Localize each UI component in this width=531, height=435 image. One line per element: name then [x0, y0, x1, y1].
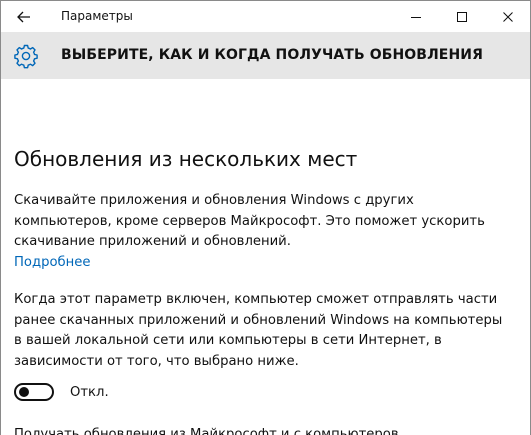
learn-more-link[interactable]: Подробнее [14, 253, 91, 274]
close-icon [503, 11, 513, 22]
section-title: Обновления из нескольких мест [14, 147, 358, 171]
settings-window: Параметры ВЫБЕРИТЕ, КАК И КОГДА ПОЛУЧАТЬ… [0, 0, 531, 435]
window-title: Параметры [61, 9, 133, 23]
maximize-button[interactable] [439, 1, 485, 32]
close-button[interactable] [485, 1, 530, 32]
title-bar: Параметры [1, 0, 530, 32]
maximize-icon [457, 11, 467, 22]
cut-off-text-line: Получать обновления из Майкрософт и с ко… [14, 425, 519, 435]
arrow-left-icon [17, 11, 30, 22]
page-header: ВЫБЕРИТЕ, КАК И КОГДА ПОЛУЧАТЬ ОБНОВЛЕНИ… [1, 32, 530, 79]
back-button[interactable] [1, 1, 47, 32]
delivery-optimization-toggle[interactable] [14, 383, 54, 401]
toggle-knob [19, 387, 29, 397]
minimize-icon [411, 16, 421, 18]
page-title: ВЫБЕРИТЕ, КАК И КОГДА ПОЛУЧАТЬ ОБНОВЛЕНИ… [61, 47, 483, 63]
minimize-button[interactable] [393, 1, 439, 32]
toggle-state-label: Откл. [70, 384, 109, 400]
gear-icon [14, 44, 38, 69]
delivery-optimization-toggle-row: Откл. [14, 381, 109, 403]
description-paragraph: Скачивайте приложения и обновления Windo… [14, 193, 485, 249]
cut-off-text: Получать обновления из Майкрософт и с ко… [14, 427, 399, 435]
explanation-paragraph: Когда этот параметр включен, компьютер с… [14, 292, 503, 369]
